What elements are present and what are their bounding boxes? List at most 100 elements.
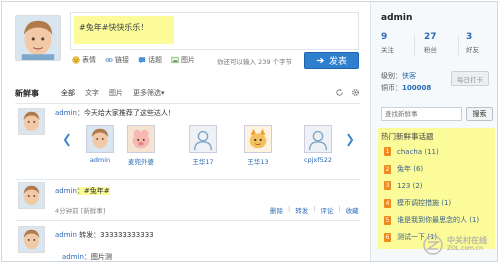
recommended-user[interactable]: 王华17 xyxy=(185,125,221,166)
topic-label[interactable]: 123 (2) xyxy=(397,182,423,190)
post-author-link[interactable]: admin xyxy=(55,187,77,195)
tab-more-filters[interactable]: 更多筛选▾ xyxy=(133,88,165,98)
post-author-link[interactable]: admin xyxy=(55,231,77,239)
profile-name[interactable]: admin xyxy=(381,13,412,23)
zol-logo-icon xyxy=(423,235,443,255)
avatar[interactable] xyxy=(15,15,61,61)
recommended-user[interactable]: 王华13 xyxy=(240,125,276,166)
rank-badge: 3 xyxy=(384,181,391,190)
hot-topic-item[interactable]: 5 谁是我到你最思念的人 (1) xyxy=(384,215,479,225)
refresh-icon[interactable] xyxy=(335,88,344,97)
post-text: admin：#兔年# xyxy=(55,186,110,196)
tab-images[interactable]: 图片 xyxy=(109,88,123,98)
topic-label[interactable]: chacha (11) xyxy=(397,148,439,156)
forward-link[interactable]: 转发 xyxy=(295,205,308,215)
send-button-label: 发表 xyxy=(328,57,347,67)
coins-label: 铜币： xyxy=(381,84,402,92)
topic-label[interactable]: 兔年 (6) xyxy=(397,164,423,174)
favorite-link[interactable]: 收藏 xyxy=(346,205,359,215)
recommended-user[interactable]: cpjxf522 xyxy=(300,125,336,164)
stat-label: 关注 xyxy=(381,46,394,54)
stat-value: 9 xyxy=(381,32,388,42)
checkin-button[interactable]: 每日打卡 xyxy=(451,71,489,86)
hot-topic-item[interactable]: 3 123 (2) xyxy=(384,181,423,190)
post-actions: 删除 | 转发 | 评论 | 收藏 xyxy=(270,205,359,215)
user-name-link[interactable]: admin xyxy=(82,156,118,164)
watermark: 中关村在线 ZOL.com.cn xyxy=(422,234,487,256)
post-author-link[interactable]: admin xyxy=(62,253,84,261)
stat-friends[interactable]: 3 好友 xyxy=(466,32,497,58)
post-text: admin：图片测 xyxy=(62,252,112,261)
user-name-link[interactable]: 王华13 xyxy=(240,156,276,166)
stat-following[interactable]: 9 关注 xyxy=(381,32,421,58)
char-counter: 你还可以输入 239 个字节 xyxy=(217,58,293,66)
stat-value: 3 xyxy=(466,32,473,42)
composer-text[interactable]: #兔年#快快乐乐！ xyxy=(79,22,148,33)
post-avatar[interactable] xyxy=(18,226,45,253)
carousel-next[interactable] xyxy=(346,133,354,149)
user-thumb xyxy=(189,125,217,153)
level-value[interactable]: 侠客 xyxy=(402,72,416,80)
profile-coins: 铜币：100008 xyxy=(381,83,431,93)
post-avatar[interactable] xyxy=(18,182,45,209)
emoji-tool[interactable]: 表情 xyxy=(72,55,96,65)
search-input[interactable] xyxy=(381,107,462,121)
user-thumb xyxy=(244,125,272,153)
search-button[interactable]: 搜索 xyxy=(466,107,493,121)
send-button[interactable]: 发表 xyxy=(304,52,359,69)
hot-topic-item[interactable]: 4 模币调控措施 (1) xyxy=(384,198,451,208)
hot-topic-item[interactable]: 1 chacha (11) xyxy=(384,147,439,156)
recommended-user[interactable]: 麦兜外婆 xyxy=(123,125,159,166)
post-author-link[interactable]: admin xyxy=(55,109,77,117)
comment-link[interactable]: 评论 xyxy=(320,205,333,215)
main-column: #兔年#快快乐乐！ 表情 链接 话题 图片 你还可以输入 239 个字节 发表 … xyxy=(2,2,367,261)
carousel-prev[interactable] xyxy=(63,133,71,149)
post-composer[interactable]: #兔年#快快乐乐！ xyxy=(70,12,359,50)
post-body: ：图片测 xyxy=(83,253,112,261)
level-label: 级别： xyxy=(381,72,402,80)
divider xyxy=(15,103,360,104)
rank-badge: 6 xyxy=(384,232,391,242)
recommended-user[interactable]: admin xyxy=(82,125,118,164)
user-name-link[interactable]: 王华17 xyxy=(185,156,221,166)
watermark-text: 中关村在线 ZOL.com.cn xyxy=(447,237,487,253)
tab-text[interactable]: 文字 xyxy=(85,88,99,98)
delete-link[interactable]: 删除 xyxy=(270,205,283,215)
post-timestamp: 4分钟前 [新鲜事] xyxy=(55,207,106,215)
post-text: admin 转发：333333333333 xyxy=(55,230,154,240)
tab-all[interactable]: 全部 xyxy=(61,88,75,98)
divider xyxy=(15,220,360,221)
smiley-icon xyxy=(72,56,80,64)
divider xyxy=(15,179,360,180)
rank-badge: 1 xyxy=(384,147,391,156)
user-name-link[interactable]: 麦兜外婆 xyxy=(123,156,159,166)
user-thumb xyxy=(127,125,155,153)
rank-badge: 4 xyxy=(384,198,391,208)
hot-topic-item[interactable]: 2 兔年 (6) xyxy=(384,164,423,174)
user-name-link[interactable]: cpjxf522 xyxy=(300,156,336,164)
send-arrow-icon xyxy=(316,57,325,64)
link-tool-label: 链接 xyxy=(115,56,129,64)
hot-topics-title: 热门新鲜事话题 xyxy=(381,132,434,141)
profile-stats: 9 关注 27 粉丝 3 好友 xyxy=(371,32,497,58)
topic-label[interactable]: 模币调控措施 (1) xyxy=(397,198,451,208)
feed-title: 新鲜事 xyxy=(15,89,39,98)
stat-label: 好友 xyxy=(466,46,479,54)
topic-tool[interactable]: 话题 xyxy=(138,55,162,65)
feed-tools xyxy=(335,88,360,97)
composer-toolbar: 表情 链接 话题 图片 xyxy=(72,55,195,65)
image-tool[interactable]: 图片 xyxy=(171,55,195,65)
profile-sidebar: admin 9 关注 27 粉丝 3 好友 级别：侠客 铜币：100008 每日… xyxy=(370,2,497,261)
topic-label[interactable]: 谁是我到你最思念的人 (1) xyxy=(397,215,479,225)
post-avatar[interactable] xyxy=(18,108,45,135)
gear-icon[interactable] xyxy=(351,88,360,97)
post-body: ：今天给大家推荐了这些达人！ xyxy=(76,109,175,117)
link-tool[interactable]: 链接 xyxy=(105,55,129,65)
hot-topics-panel: 热门新鲜事话题 1 chacha (11) 2 兔年 (6) 3 123 (2)… xyxy=(378,128,495,249)
emoji-tool-label: 表情 xyxy=(82,56,96,64)
chevron-right-icon xyxy=(347,133,354,147)
link-icon xyxy=(105,58,113,62)
rank-badge: 5 xyxy=(384,215,391,225)
separator: | xyxy=(338,205,341,213)
post-text: admin：今天给大家推荐了这些达人！ xyxy=(55,108,175,118)
